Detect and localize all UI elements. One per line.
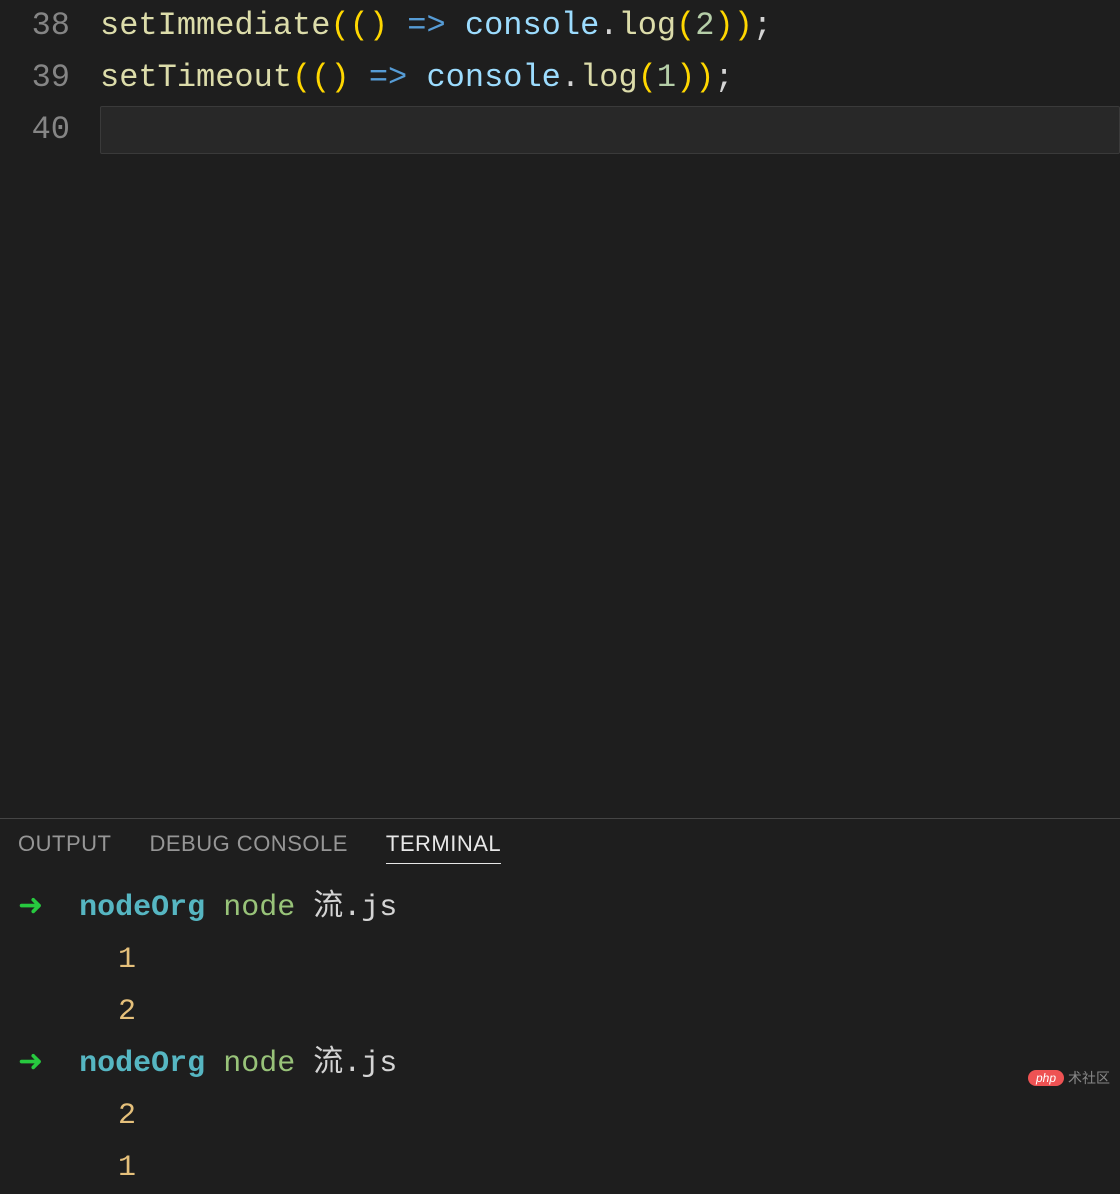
bottom-panel: OUTPUT DEBUG CONSOLE TERMINAL ➜ nodeOrg no…: [0, 818, 1120, 1150]
prompt-argument: 流.js: [313, 1038, 397, 1090]
terminal-line: ➜ nodeOrg node 流.js: [18, 882, 1102, 934]
watermark-badge: php: [1028, 1070, 1064, 1086]
line-number: 40: [0, 104, 100, 156]
terminal-line: 2: [18, 986, 1102, 1038]
prompt-arrow-icon: ➜: [18, 882, 79, 934]
terminal-line: 1: [18, 934, 1102, 986]
panel-tab-output[interactable]: OUTPUT: [18, 831, 111, 864]
code-content[interactable]: [100, 106, 1120, 154]
code-line-39[interactable]: 39setTimeout(() => console.log(1));: [0, 52, 1120, 104]
terminal-output: 2: [18, 986, 136, 1038]
watermark: php 术社区: [1028, 1068, 1110, 1088]
terminal-line: ➜ nodeOrg node 流.js: [18, 1038, 1102, 1090]
code-line-40[interactable]: 40: [0, 104, 1120, 156]
panel-tab-debug-console[interactable]: DEBUG CONSOLE: [149, 831, 347, 864]
prompt-directory: nodeOrg: [79, 1038, 205, 1090]
prompt-argument: 流.js: [313, 882, 397, 934]
prompt-arrow-icon: ➜: [18, 1038, 79, 1090]
panel-tab-terminal[interactable]: TERMINAL: [386, 831, 501, 864]
code-content[interactable]: setImmediate(() => console.log(2));: [100, 0, 1120, 52]
line-number: 38: [0, 0, 100, 52]
watermark-text: 术社区: [1068, 1068, 1110, 1088]
prompt-command: node: [205, 882, 313, 934]
code-line-38[interactable]: 38setImmediate(() => console.log(2));: [0, 0, 1120, 52]
prompt-command: node: [205, 1038, 313, 1090]
code-content[interactable]: setTimeout(() => console.log(1));: [100, 52, 1120, 104]
panel-tabs: OUTPUT DEBUG CONSOLE TERMINAL: [18, 831, 1102, 864]
prompt-directory: nodeOrg: [79, 882, 205, 934]
line-number: 39: [0, 52, 100, 104]
terminal-output: 2: [18, 1090, 136, 1142]
terminal-output: 1: [18, 934, 136, 986]
terminal-line: 2: [18, 1090, 1102, 1142]
code-editor[interactable]: 38setImmediate(() => console.log(2));39s…: [0, 0, 1120, 818]
terminal-content[interactable]: ➜ nodeOrg node 流.js12➜ nodeOrg node 流.js…: [18, 882, 1102, 1194]
